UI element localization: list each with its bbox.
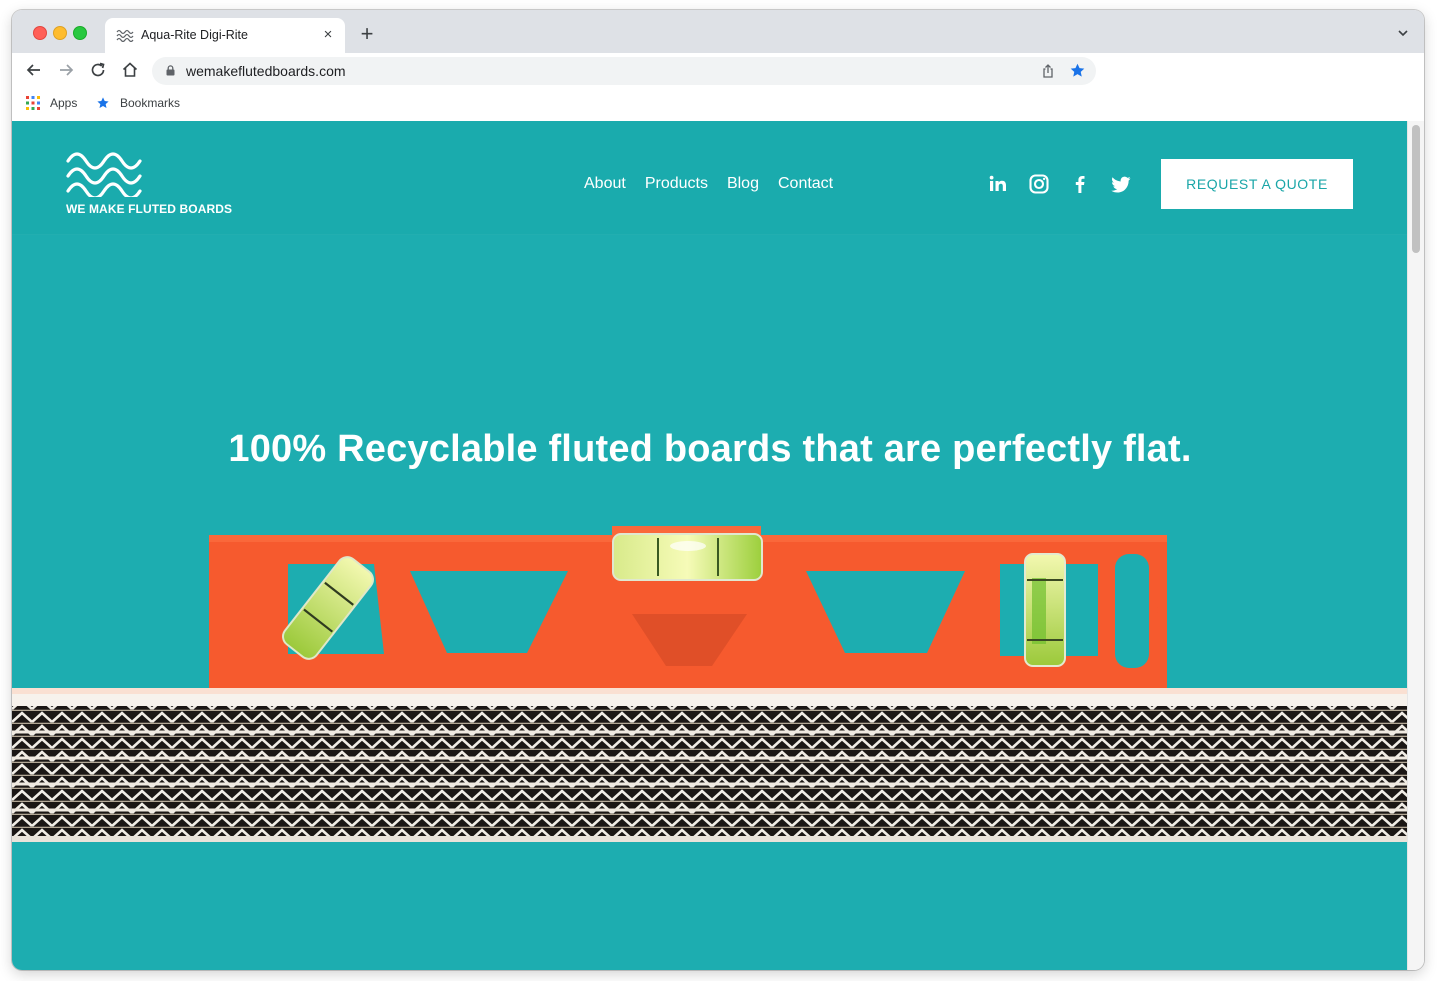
close-window-button[interactable] (33, 26, 47, 40)
web-page: WE MAKE FLUTED BOARDS About Products Blo… (12, 121, 1408, 970)
facebook-icon[interactable] (1069, 173, 1091, 195)
page-scrollbar[interactable] (1407, 121, 1424, 970)
browser-window: Aqua-Rite Digi-Rite × + wemakeflutedboar… (12, 10, 1424, 970)
apps-grid-icon[interactable] (26, 96, 40, 110)
close-tab-icon[interactable]: × (319, 26, 337, 44)
main-nav: About Products Blog Contact (584, 175, 833, 193)
request-quote-button[interactable]: REQUEST A QUOTE (1161, 159, 1353, 209)
chevron-down-icon[interactable] (1396, 26, 1410, 40)
nav-about[interactable]: About (584, 175, 626, 193)
hero-heading: 100% Recyclable fluted boards that are p… (228, 428, 1192, 471)
waves-logo-icon[interactable] (66, 151, 142, 197)
nav-blog[interactable]: Blog (727, 175, 759, 193)
site-header: WE MAKE FLUTED BOARDS About Products Blo… (12, 121, 1408, 235)
browser-toolbar: wemakeflutedboards.com (12, 53, 1424, 87)
new-tab-button[interactable]: + (356, 23, 378, 46)
instagram-icon[interactable] (1028, 173, 1050, 195)
forward-arrow-icon[interactable] (56, 60, 76, 80)
home-icon[interactable] (120, 60, 140, 80)
browser-tab[interactable]: Aqua-Rite Digi-Rite × (105, 18, 345, 53)
waves-favicon-icon (116, 29, 134, 42)
spirit-level-on-fluted-boards-image (12, 526, 1408, 842)
tab-strip: Aqua-Rite Digi-Rite × + (12, 10, 1424, 53)
bookmark-bookmarks[interactable]: Bookmarks (120, 96, 180, 110)
scrollbar-thumb[interactable] (1412, 125, 1420, 253)
share-icon[interactable] (1040, 63, 1056, 79)
address-bar[interactable]: wemakeflutedboards.com (152, 57, 1096, 85)
maximize-window-button[interactable] (73, 26, 87, 40)
bookmark-star-icon[interactable] (1069, 62, 1086, 79)
nav-products[interactable]: Products (645, 175, 708, 193)
tab-title: Aqua-Rite Digi-Rite (141, 28, 248, 42)
back-arrow-icon[interactable] (24, 60, 44, 80)
reload-icon[interactable] (88, 60, 108, 80)
minimize-window-button[interactable] (53, 26, 67, 40)
bookmark-apps[interactable]: Apps (50, 96, 77, 110)
url-text[interactable]: wemakeflutedboards.com (186, 63, 346, 79)
lock-icon[interactable] (166, 65, 175, 76)
linkedin-icon[interactable] (987, 173, 1009, 195)
bookmarks-bar: Apps Bookmarks (12, 87, 1424, 122)
nav-contact[interactable]: Contact (778, 175, 833, 193)
twitter-icon[interactable] (1110, 173, 1132, 195)
logo-text[interactable]: WE MAKE FLUTED BOARDS (66, 202, 232, 216)
star-icon (97, 97, 109, 109)
